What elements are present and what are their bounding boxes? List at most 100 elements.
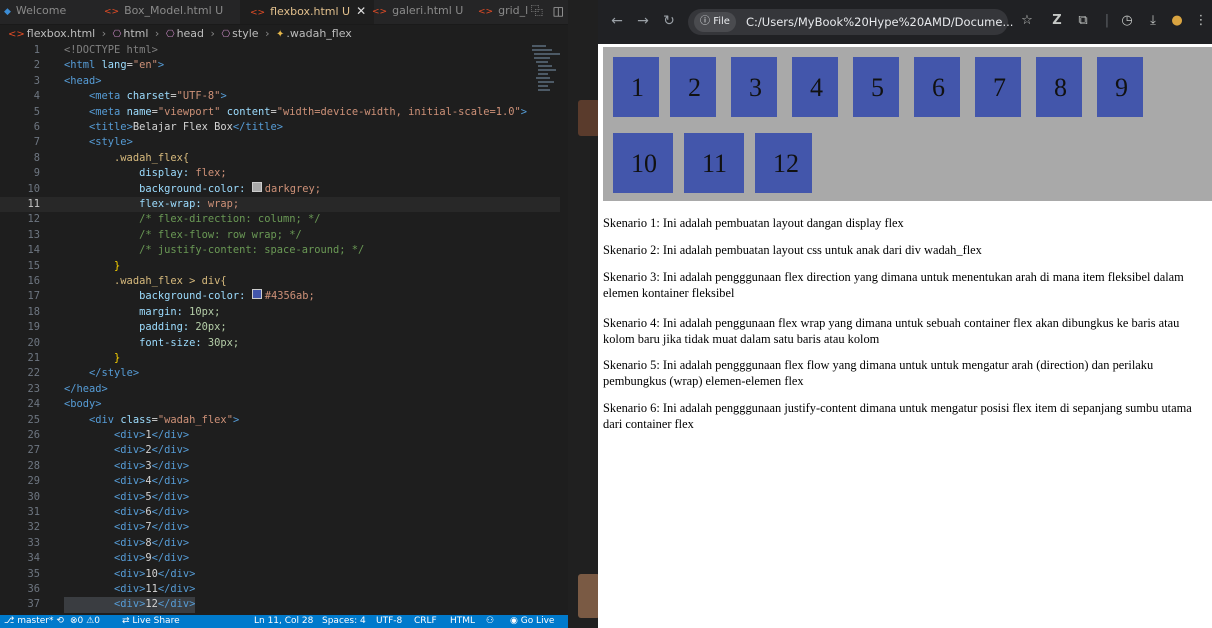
flex-item: 1 [613, 57, 659, 117]
extension-z-icon[interactable]: Z [1048, 11, 1066, 31]
editor-actions: ⿻ ◫ [531, 0, 564, 24]
go-live-button[interactable]: ◉ Go Live [510, 615, 554, 628]
extensions-puzzle-icon[interactable]: ⧉ [1074, 11, 1092, 31]
code-line: 26 <div>1</div> [27, 429, 190, 441]
side-strip [568, 0, 600, 628]
code-line: 37 <div>12</div> [0, 597, 560, 613]
browser-window: ← → ↻ ⓘ File C:/Users/MyBook%20Hype%20AM… [598, 0, 1212, 628]
history-icon[interactable]: ◷ [1118, 11, 1136, 31]
vscode-window: ◆ Welcome <> Box_Model.html U <> flexbox.ht… [0, 0, 568, 628]
code-editor[interactable]: 1 <!DOCTYPE html> 2 <html lang="en"> 3 <hea… [0, 43, 568, 615]
element-icon: ⎔ [221, 29, 231, 40]
tab-flexbox[interactable]: <> flexbox.html U ✕ [240, 0, 374, 24]
close-tab-icon[interactable]: ✕ [356, 4, 366, 18]
scenario-paragraph: Skenario 4: Ini adalah penggunaan flex w… [603, 316, 1180, 346]
minimap[interactable] [530, 43, 562, 103]
info-icon: ⓘ [700, 16, 714, 27]
code-line: 22 </style> [27, 367, 140, 380]
error-icon: ⊗ [70, 616, 78, 626]
download-icon[interactable]: ⤓ [1144, 11, 1162, 31]
eol-setting[interactable]: CRLF [414, 615, 437, 628]
status-bar: ⎇ master* ⟲ ⊗0 ⚠0 ⇄ Live Share Ln 11, Co… [0, 615, 568, 628]
reload-icon[interactable]: ↻ [660, 12, 678, 30]
color-swatch[interactable] [251, 289, 262, 300]
html-file-icon: <> [250, 8, 266, 18]
back-icon[interactable]: ← [608, 12, 626, 30]
live-share-icon: ⇄ [122, 616, 133, 626]
code-line: 3 <head> [33, 74, 102, 87]
tab-galeri[interactable]: <> galeri.html U [372, 0, 472, 24]
live-share-button[interactable]: ⇄ Live Share [122, 615, 180, 628]
code-line: 21 } [27, 352, 121, 364]
prettier-icon[interactable]: ⚇ [486, 615, 494, 628]
menu-icon[interactable]: ⋮ [1192, 11, 1210, 31]
url-text[interactable]: C:/Users/MyBook%20Hype%20AMD/Docume... [746, 9, 1013, 35]
code-line: 8 .wadah_flex{ [33, 151, 190, 164]
wadah-flex-container: 1 2 3 4 5 6 7 8 9 10 11 12 [603, 47, 1212, 201]
indentation-setting[interactable]: Spaces: 4 [322, 615, 366, 628]
flex-item: 3 [731, 57, 777, 117]
forward-icon[interactable]: → [634, 12, 652, 30]
breadcrumb-item[interactable]: head [177, 27, 204, 40]
code-line: 24 <body> [27, 398, 102, 411]
html-file-icon: <> [104, 7, 120, 17]
branch-indicator[interactable]: ⎇ master* ⟲ [4, 615, 64, 628]
code-line: 30 <div>5</div> [27, 490, 190, 503]
flex-item: 9 [1097, 57, 1143, 117]
broadcast-icon: ◉ [510, 616, 521, 626]
tab-box-model[interactable]: <> Box_Model.html U [104, 0, 234, 24]
split-editor-icon[interactable]: ⿻ [531, 4, 543, 18]
code-line: 15 } [27, 259, 121, 272]
language-mode[interactable]: HTML [450, 615, 475, 628]
flex-item: 7 [975, 57, 1021, 117]
participant-thumbnail[interactable] [578, 100, 600, 136]
element-icon: ⎔ [112, 29, 122, 40]
breadcrumb-item[interactable]: html [123, 27, 148, 40]
breadcrumb-item[interactable]: flexbox.html [27, 27, 95, 40]
code-line: 18 margin: 10px; [27, 305, 221, 318]
editor-tab-bar: ◆ Welcome <> Box_Model.html U <> flexbox.ht… [0, 0, 568, 25]
flex-item: 2 [670, 57, 716, 117]
css-selector-icon: ✦ [275, 29, 285, 40]
chevron-right-icon: › [210, 27, 215, 40]
flex-item: 5 [853, 57, 899, 117]
layout-icon[interactable]: ◫ [553, 4, 564, 18]
cursor-position[interactable]: Ln 11, Col 28 [254, 615, 313, 628]
chevron-right-icon: › [101, 27, 107, 40]
code-line: 29 <div>4</div> [27, 475, 190, 488]
color-swatch[interactable] [251, 181, 262, 192]
problems-indicator[interactable]: ⊗0 ⚠0 [70, 615, 100, 628]
address-bar[interactable]: ⓘ File C:/Users/MyBook%20Hype%20AMD/Docu… [688, 9, 1013, 35]
code-line: 20 font-size: 30px; [27, 336, 240, 349]
code-line: 19 padding: 20px; [27, 321, 227, 334]
flex-item: 12 [755, 133, 812, 193]
tab-grid[interactable]: <> grid_l [478, 0, 530, 24]
breadcrumb-item[interactable]: style [232, 27, 258, 40]
scenario-paragraph: Skenario 6: Ini adalah pengggunaan justi… [603, 401, 1192, 431]
profile-icon[interactable]: ● [1168, 11, 1186, 31]
code-line: 9 display: flex; [33, 167, 227, 180]
participant-thumbnail[interactable] [578, 574, 600, 618]
tab-welcome[interactable]: ◆ Welcome [4, 0, 74, 24]
flex-item: 6 [914, 57, 960, 117]
code-line: 14 /* justify-content: space-around; */ [27, 244, 365, 257]
site-info-chip[interactable]: ⓘ File [694, 12, 736, 32]
vscode-logo-icon: ◆ [4, 7, 11, 17]
code-line: 34 <div>9</div> [27, 552, 190, 565]
code-line: 6 <title>Belajar Flex Box</title> [33, 121, 283, 133]
code-line: 17 background-color: #4356ab; [27, 289, 315, 303]
breadcrumb: <> flexbox.html › ⎔ html › ⎔ head › ⎔ style … [0, 25, 568, 43]
code-line: 12 /* flex-direction: column; */ [27, 213, 321, 226]
code-line: 13 /* flex-flow: row wrap; */ [27, 228, 302, 241]
git-branch-icon: ⎇ [4, 616, 18, 626]
html-file-icon: <> [8, 29, 25, 40]
star-icon[interactable]: ☆ [1018, 11, 1036, 31]
chevron-right-icon: › [154, 27, 160, 40]
code-line: 28 <div>3</div> [27, 459, 190, 472]
encoding-setting[interactable]: UTF-8 [376, 615, 402, 628]
breadcrumb-item[interactable]: .wadah_flex [286, 27, 351, 40]
flex-item: 4 [792, 57, 838, 117]
flex-item: 10 [613, 133, 673, 193]
scenario-paragraph: Skenario 2: Ini adalah pembuatan layout … [603, 243, 982, 257]
code-line: 27 <div>2</div> [27, 444, 190, 457]
